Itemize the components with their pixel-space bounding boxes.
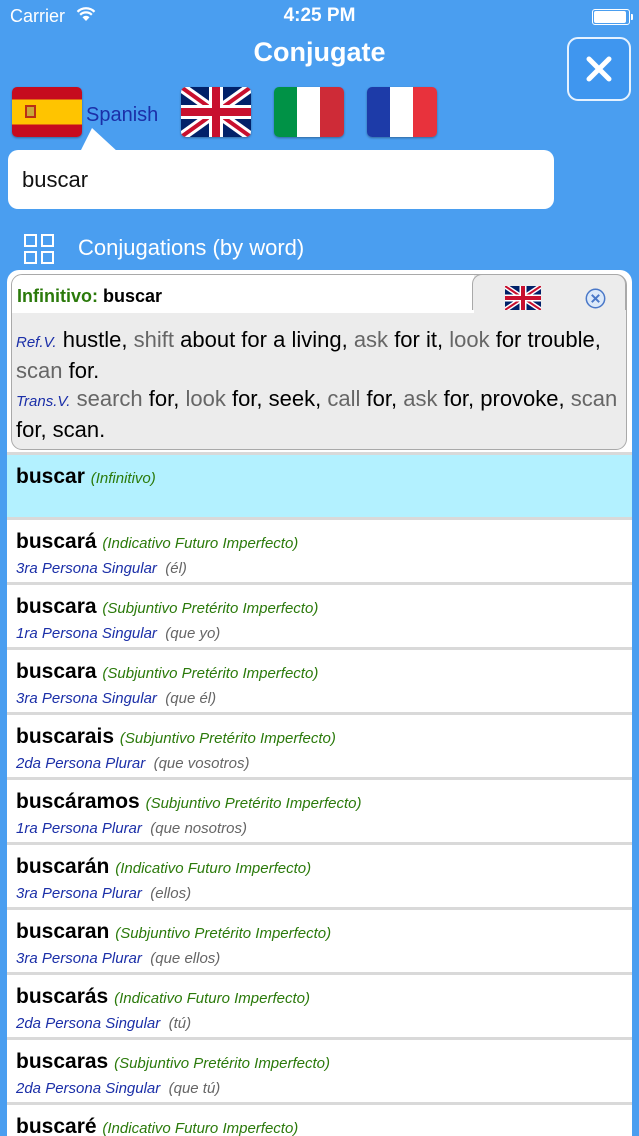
- synonym-link[interactable]: shift: [134, 327, 174, 352]
- conjugation-row[interactable]: buscaran (Subjuntivo Pretérito Imperfect…: [7, 907, 632, 972]
- infinitive-word: buscar: [103, 286, 163, 306]
- conjugation-word: buscará: [16, 530, 97, 553]
- conjugation-word: buscara: [16, 595, 97, 618]
- conjugation-word: buscaran: [16, 920, 110, 943]
- conjugation-person: 2da Persona Plurar: [16, 755, 146, 772]
- conjugation-row[interactable]: buscarán (Indicativo Futuro Imperfecto) …: [7, 842, 632, 907]
- italy-flag-icon: [274, 87, 344, 137]
- conjugation-tense: (Indicativo Futuro Imperfecto): [114, 990, 310, 1007]
- conjugation-tense: (Subjuntivo Pretérito Imperfecto): [115, 925, 332, 942]
- conjugation-row[interactable]: buscara (Subjuntivo Pretérito Imperfecto…: [7, 647, 632, 712]
- france-flag-button[interactable]: [367, 87, 437, 137]
- conjugation-pronoun: (él): [165, 560, 187, 577]
- conjugation-list: buscar (Infinitivo) buscará (Indicativo …: [7, 452, 632, 1136]
- infinitive-label: Infinitivo:: [17, 286, 98, 306]
- uk-flag-button[interactable]: [181, 87, 251, 137]
- conjugation-tense: (Infinitivo): [90, 470, 156, 487]
- synonym-link[interactable]: look: [185, 386, 225, 411]
- close-definition-icon[interactable]: [585, 288, 606, 309]
- close-button[interactable]: [567, 37, 631, 101]
- conjugation-word: buscar: [16, 465, 85, 488]
- conjugation-pronoun: (que él): [165, 690, 217, 707]
- conjugation-row[interactable]: buscarais (Subjuntivo Pretérito Imperfec…: [7, 712, 632, 777]
- uk-flag-icon: [181, 87, 251, 137]
- status-time: 4:25 PM: [283, 5, 356, 26]
- conjugation-pronoun: (que nosotros): [150, 820, 247, 837]
- conjugation-person: 3ra Persona Singular: [16, 690, 157, 707]
- conjugation-tense: (Subjuntivo Pretérito Imperfecto): [102, 665, 319, 682]
- conjugation-row[interactable]: buscara (Subjuntivo Pretérito Imperfecto…: [7, 582, 632, 647]
- conjugation-word: buscarais: [16, 725, 115, 748]
- conjugation-pronoun: (tú): [168, 1015, 192, 1032]
- synonym-link[interactable]: look: [449, 327, 489, 352]
- conjugation-tense: (Subjuntivo Pretérito Imperfecto): [114, 1055, 331, 1072]
- conjugation-pronoun: (que ellos): [150, 950, 221, 967]
- conjugation-person: 3ra Persona Plurar: [16, 950, 142, 967]
- synonym-link[interactable]: search: [77, 386, 143, 411]
- conjugation-row[interactable]: buscarás (Indicativo Futuro Imperfecto) …: [7, 972, 632, 1037]
- conjugation-word: buscaras: [16, 1050, 109, 1073]
- uk-flag-icon[interactable]: [505, 286, 541, 310]
- conjugation-word: buscarán: [16, 855, 110, 878]
- selected-language-label: Spanish: [86, 104, 159, 126]
- italy-flag-button[interactable]: [274, 87, 344, 137]
- synonym-link[interactable]: call: [327, 386, 360, 411]
- conjugation-person: 1ra Persona Singular: [16, 625, 157, 642]
- battery-icon: [592, 9, 633, 25]
- conjugation-person: 1ra Persona Plurar: [16, 820, 142, 837]
- conjugation-row[interactable]: buscará (Indicativo Futuro Imperfecto) 3…: [7, 517, 632, 582]
- definition-card: Infinitivo: buscar Ref.V. hustle, shift …: [11, 274, 627, 450]
- conjugation-row[interactable]: buscáramos (Subjuntivo Pretérito Imperfe…: [7, 777, 632, 842]
- search-field[interactable]: [8, 150, 554, 209]
- synonym-link[interactable]: scan: [571, 386, 617, 411]
- status-bar: Carrier 4:25 PM: [0, 0, 639, 34]
- conjugation-word: buscarás: [16, 985, 109, 1008]
- conjugation-tense: (Indicativo Futuro Imperfecto): [115, 860, 312, 877]
- conjugation-person: 2da Persona Singular: [16, 1080, 161, 1097]
- conjugation-word: buscáramos: [16, 790, 140, 813]
- synonym-link[interactable]: ask: [403, 386, 437, 411]
- ref-v-label: Ref.V.: [16, 334, 57, 351]
- conjugation-tense: (Subjuntivo Pretérito Imperfecto): [102, 600, 319, 617]
- synonym-link[interactable]: scan: [16, 358, 62, 383]
- language-bubble-tail: [80, 128, 118, 152]
- conjugation-tense: (Subjuntivo Pretérito Imperfecto): [119, 730, 336, 747]
- section-title: Conjugations (by word): [78, 235, 305, 260]
- france-flag-icon: [367, 87, 437, 137]
- conjugation-tense: (Indicativo Futuro Imperfecto): [102, 1120, 299, 1136]
- conjugation-pronoun: (ellos): [150, 885, 192, 902]
- conjugation-pronoun: (que vosotros): [153, 755, 250, 772]
- conjugation-row[interactable]: buscaré (Indicativo Futuro Imperfecto): [7, 1102, 632, 1136]
- conjugation-row[interactable]: buscar (Infinitivo): [7, 452, 632, 517]
- spain-flag-icon: [12, 87, 82, 137]
- trans-v-label: Trans.V.: [16, 393, 71, 410]
- conjugation-word: buscaré: [16, 1115, 97, 1136]
- close-icon: [586, 56, 612, 82]
- conjugation-person: 3ra Persona Singular: [16, 560, 157, 577]
- conjugation-tense: (Subjuntivo Pretérito Imperfecto): [145, 795, 362, 812]
- conjugation-person: 3ra Persona Plurar: [16, 885, 142, 902]
- conjugation-row[interactable]: buscaras (Subjuntivo Pretérito Imperfect…: [7, 1037, 632, 1102]
- conjugation-pronoun: (que tú): [168, 1080, 221, 1097]
- synonym-link[interactable]: ask: [354, 327, 388, 352]
- conjugations-panel: Infinitivo: buscar Ref.V. hustle, shift …: [7, 270, 632, 1136]
- conjugation-tense: (Indicativo Futuro Imperfecto): [102, 535, 299, 552]
- conjugation-person: 2da Persona Singular: [16, 1015, 161, 1032]
- grid-icon[interactable]: [24, 234, 54, 264]
- search-input[interactable]: [22, 150, 540, 209]
- page-title: Conjugate: [253, 37, 386, 67]
- infinitive-line: Infinitivo: buscar: [17, 286, 162, 307]
- spain-flag-button[interactable]: [12, 87, 82, 137]
- definition-text: Ref.V. hustle, shift about for a living,…: [16, 327, 618, 442]
- conjugation-pronoun: (que yo): [165, 625, 221, 642]
- conjugation-word: buscara: [16, 660, 97, 683]
